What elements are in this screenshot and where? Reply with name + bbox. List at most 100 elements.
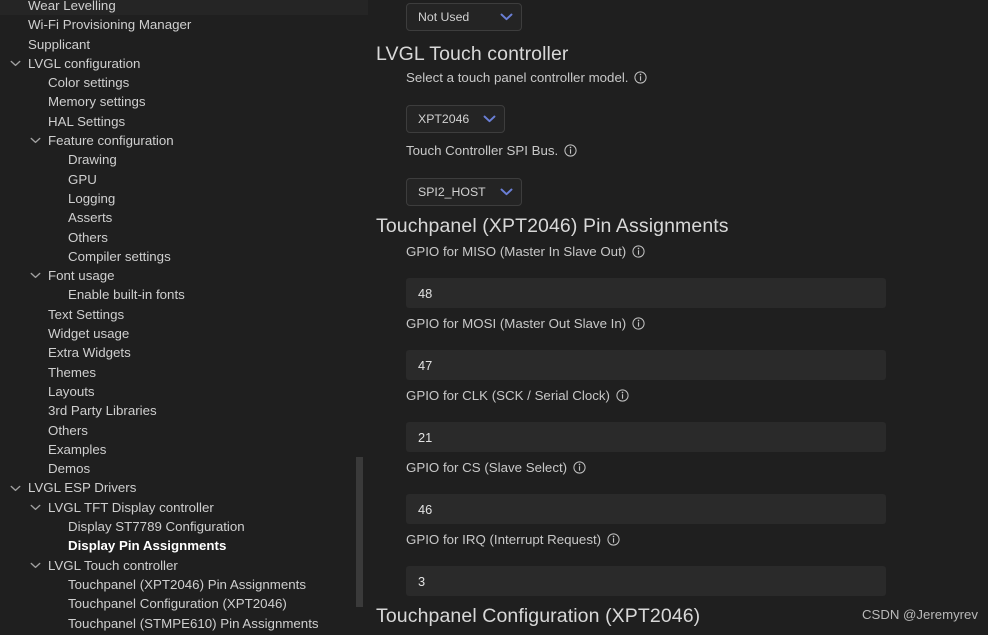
sidebar-item-label: Drawing [68,152,117,168]
sidebar-item-label: Wear Levelling [28,0,116,13]
sidebar-item[interactable]: Enable built-in fonts [0,285,368,304]
sidebar-item-label: Examples [48,441,107,457]
chevron-down-icon[interactable] [27,266,43,285]
touch-spi-bus-select[interactable]: SPI2_HOST [406,178,522,206]
sidebar-item[interactable]: LVGL configuration [0,54,368,73]
touchpanel-configuration-section-heading: Touchpanel Configuration (XPT2046) [376,605,701,627]
sidebar-item-label: Touchpanel (XPT2046) Pin Assignments [68,576,306,592]
sidebar-item-label: Touchpanel Configuration (XPT2046) [68,596,287,612]
previous-setting-select-value: Not Used [418,10,470,24]
sidebar-item[interactable]: Wi-Fi Provisioning Manager [0,15,368,34]
sidebar-item[interactable]: Logging [0,189,368,208]
sidebar-item-label: Text Settings [48,306,125,322]
sidebar-item-label: LVGL ESP Drivers [28,480,137,496]
chevron-down-icon [500,188,513,196]
sidebar-item[interactable]: LVGL Touch controller [0,556,368,575]
chevron-down-icon[interactable] [7,478,23,497]
pin-field-input[interactable] [406,422,886,452]
sidebar-item[interactable]: Touchpanel (XPT2046) Pin Assignments [0,575,368,594]
info-icon[interactable] [632,317,645,330]
sidebar-item[interactable]: Extra Widgets [0,343,368,362]
pin-field-label-text: GPIO for CLK (SCK / Serial Clock) [406,388,610,403]
sidebar-item[interactable]: GPU [0,170,368,189]
sidebar-item-label: Widget usage [48,326,130,342]
sidebar-item[interactable]: Color settings [0,73,368,92]
sidebar-item[interactable]: Others [0,421,368,440]
touch-model-select-value: XPT2046 [418,112,470,126]
touch-bus-description-text: Touch Controller SPI Bus. [406,143,559,158]
chevron-down-icon[interactable] [27,556,43,575]
sidebar-item[interactable]: Compiler settings [0,247,368,266]
sidebar-item[interactable]: Feature configuration [0,131,368,150]
sidebar-item-label: LVGL TFT Display controller [48,499,214,515]
info-icon[interactable] [632,245,645,258]
sidebar-item[interactable]: Widget usage [0,324,368,343]
chevron-down-icon [500,13,513,21]
sidebar-item[interactable]: Memory settings [0,92,368,111]
sidebar-item[interactable]: Layouts [0,382,368,401]
sidebar-item-label: LVGL configuration [28,55,141,71]
sidebar-item[interactable]: Demos [0,459,368,478]
pin-field-input[interactable] [406,566,886,596]
touch-model-select[interactable]: XPT2046 [406,105,506,133]
sidebar-item[interactable]: Supplicant [0,35,368,54]
chevron-down-icon[interactable] [27,131,43,150]
pin-field-label-text: GPIO for CS (Slave Select) [406,460,568,475]
info-icon[interactable] [564,144,577,157]
sidebar-item-label: Others [68,229,108,245]
sidebar-item-label: Wi-Fi Provisioning Manager [28,17,192,33]
sidebar-item[interactable]: HAL Settings [0,112,368,131]
pin-field-input[interactable] [406,494,886,524]
sidebar-item[interactable]: Touchpanel Configuration (XPT2046) [0,594,368,613]
info-icon[interactable] [607,533,620,546]
chevron-down-icon[interactable] [27,498,43,517]
pin-field-input[interactable] [406,278,886,308]
sidebar-item[interactable]: LVGL ESP Drivers [0,478,368,497]
sidebar-item[interactable]: LVGL TFT Display controller [0,498,368,517]
sidebar-item-label: HAL Settings [48,113,126,129]
config-navigation-sidebar: Wear Levelling Wi-Fi Provisioning Manager… [0,0,368,635]
sidebar-item-label: Font usage [48,268,115,284]
info-icon[interactable] [634,71,648,84]
info-icon[interactable] [616,389,629,402]
sidebar-item-label: LVGL Touch controller [48,557,178,573]
sidebar-item-label: Extra Widgets [48,345,131,361]
touch-model-description: Select a touch panel controller model. [406,70,648,85]
sidebar-item[interactable]: Drawing [0,150,368,169]
pin-field-label: GPIO for CLK (SCK / Serial Clock) [406,388,629,403]
sidebar-item-label: Compiler settings [68,248,171,264]
sidebar-item-label: Enable built-in fonts [68,287,185,303]
sidebar-item[interactable]: Others [0,228,368,247]
info-icon[interactable] [573,461,586,474]
sidebar-item-label: Supplicant [28,36,91,52]
pin-field-label: GPIO for IRQ (Interrupt Request) [406,532,620,547]
sidebar-item[interactable]: Wear Levelling [0,0,368,16]
sidebar-item-label: Demos [48,461,91,477]
sidebar-item[interactable]: Font usage [0,266,368,285]
watermark-text: CSDN @Jeremyrev [862,607,978,622]
touch-model-description-text: Select a touch panel controller model. [406,70,629,85]
pin-field-label-text: GPIO for MOSI (Master Out Slave In) [406,316,627,331]
sidebar-item-label: Layouts [48,383,95,399]
sidebar-item-label: Asserts [68,210,113,226]
sidebar-item[interactable]: Touchpanel (STMPE610) Pin Assignments [0,614,368,633]
pin-field-label: GPIO for MOSI (Master Out Slave In) [406,316,645,331]
pin-field-label: GPIO for CS (Slave Select) [406,460,586,475]
sidebar-item-label: 3rd Party Libraries [48,403,157,419]
sidebar-item[interactable]: Display Pin Assignments [0,536,368,555]
touch-controller-section-heading: LVGL Touch controller [376,43,569,65]
previous-setting-select[interactable]: Not Used [406,3,522,31]
sidebar-item[interactable]: Text Settings [0,305,368,324]
sidebar-item[interactable]: 3rd Party Libraries [0,401,368,420]
sidebar-item-label: Touchpanel (STMPE610) Pin Assignments [68,615,319,631]
chevron-down-icon[interactable] [7,54,23,73]
sidebar-scrollbar-thumb[interactable] [356,457,363,607]
sidebar-item-label: Others [48,422,88,438]
pin-field-input[interactable] [406,350,886,380]
sidebar-item[interactable]: Themes [0,363,368,382]
sidebar-item[interactable]: Examples [0,440,368,459]
sdkconfig-editor-window: Wear Levelling Wi-Fi Provisioning Manager… [0,0,988,635]
sidebar-item[interactable]: Asserts [0,208,368,227]
sidebar-item[interactable]: Display ST7789 Configuration [0,517,368,536]
touch-spi-bus-select-value: SPI2_HOST [418,185,486,199]
